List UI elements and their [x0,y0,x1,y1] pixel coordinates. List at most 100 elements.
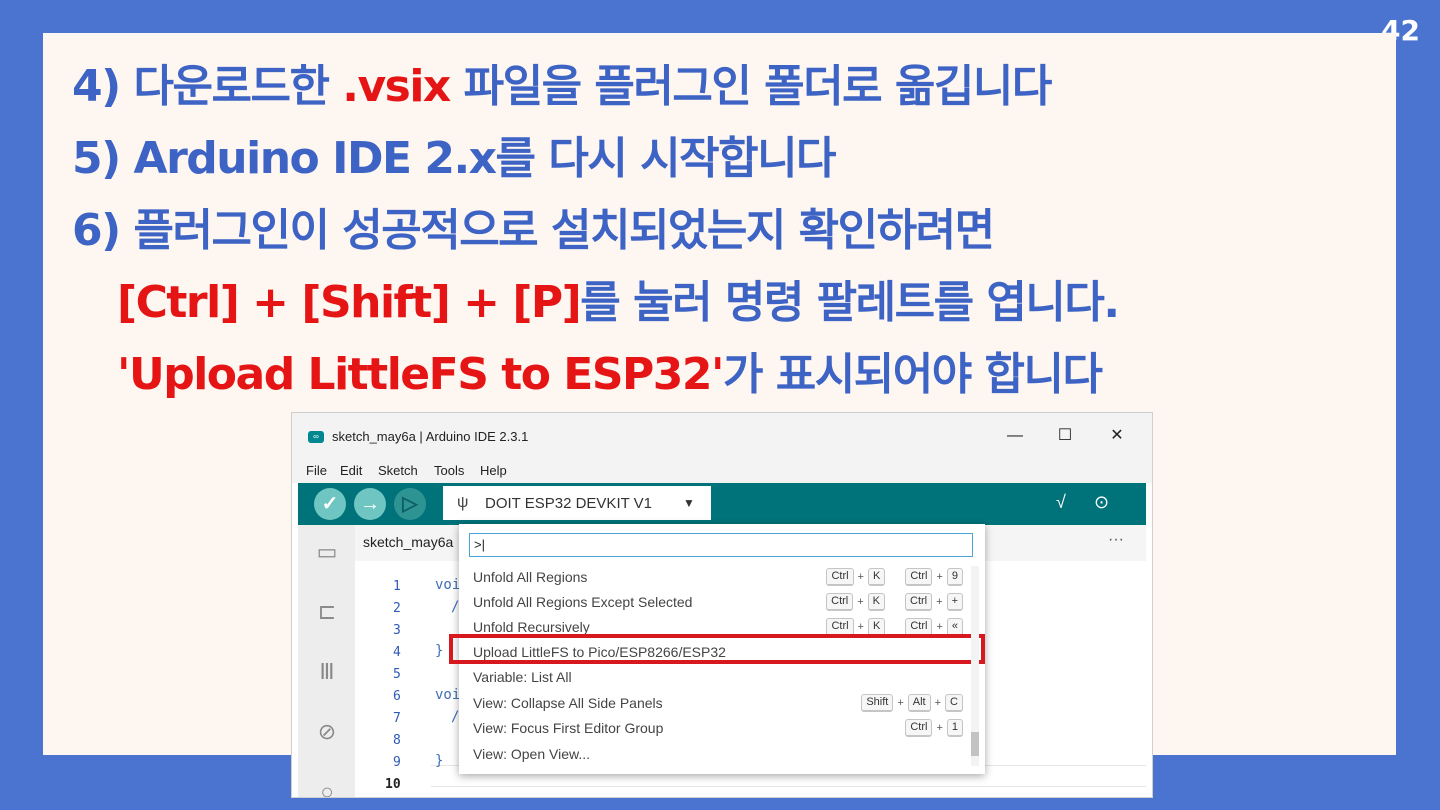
key-cap: K [867,593,886,611]
plus-sign: + [897,697,904,709]
plus-sign: + [936,596,943,608]
command-label: Variable: List All [473,669,572,685]
menu-help[interactable]: Help [480,463,507,478]
vsix-highlight: .vsix [342,61,451,112]
debug-button[interactable]: ▷ [394,488,426,520]
keybinding: Shift + Alt + C [861,693,963,713]
menu-tools[interactable]: Tools [434,463,464,478]
board-selector[interactable]: ψ DOIT ESP32 DEVKIT V1 ▼ [443,486,711,520]
plus-sign: + [857,571,864,583]
command-label: Unfold All Regions Except Selected [473,594,693,610]
key-cap: 1 [946,719,963,737]
line-number: 1 [393,579,401,594]
palette-scrollbar[interactable] [971,566,979,766]
key-cap: Shift [861,694,894,712]
command-input[interactable]: >| [469,533,973,557]
plus-sign: + [936,571,943,583]
board-icon[interactable]: ⊏ [314,599,340,625]
command-item[interactable]: View: Collapse All Side Panels Shift + Alt… [459,691,971,716]
key-cap: C [945,694,963,712]
code-fragment: } [435,753,444,769]
command-label: Upload LittleFS to Pico/ESP8266/ESP32 [473,644,726,660]
key-cap: Alt [907,694,931,712]
shortcut-suffix: 를 눌러 명령 팔레트를 엽니다. [580,277,1120,328]
command-label: Unfold All Regions [473,569,588,585]
instruction-step-6: 6) 플러그인이 성공적으로 설치되었는지 확인하려면 [72,205,995,256]
menu-file[interactable]: File [306,463,327,478]
line-number: 5 [393,667,401,682]
command-label: View: Open View... [473,746,590,762]
key-cap: Ctrl [905,593,933,611]
instruction-step-5: 5) Arduino IDE 2.x를 다시 시작합니다 [72,133,837,184]
serial-plotter-icon[interactable]: √ [1056,492,1066,513]
keybinding: Ctrl + K Ctrl +9 [826,567,963,587]
command-palette: >| Unfold All Regions Ctrl + K Ctrl +9 Unfol… [449,524,985,774]
library-icon[interactable]: Ⅲ [314,659,340,685]
close-button[interactable]: ✕ [1102,423,1132,449]
line-number: 2 [393,601,401,616]
key-cap: 9 [946,568,963,586]
code-fragment: } [435,643,444,659]
board-name: DOIT ESP32 DEVKIT V1 [485,495,653,512]
command-item[interactable]: Unfold All Regions Except Selected Ctrl +… [459,590,971,615]
command-item[interactable]: View: Focus First Editor Group Ctrl +1 [459,716,971,741]
scrollbar-thumb[interactable] [971,732,979,756]
quote-open: ' [117,349,130,400]
line-number-current: 10 [385,777,401,792]
line-number: 6 [393,689,401,704]
plus-sign: + [936,621,943,633]
command-label: Unfold Recursively [473,619,590,635]
key-cap: Ctrl [905,719,933,737]
shortcut-highlight: [Ctrl] + [Shift] + [P] [117,277,582,328]
key-cap: Ctrl [826,568,854,586]
key-cap: + [946,593,963,611]
usb-icon: ψ [457,494,469,511]
line-number: 3 [393,623,401,638]
code-fragment: voi [435,687,461,703]
line-number: 9 [393,755,401,770]
instruction-step-4: 4) 다운로드한 .vsix 파일을 플러그인 폴더로 옮깁니다 [72,57,1052,117]
line-number: 7 [393,711,401,726]
upload-button[interactable]: → [354,488,386,520]
window-title: sketch_may6a | Arduino IDE 2.3.1 [332,429,529,444]
key-cap: Ctrl [905,568,933,586]
step-4-prefix: 4) 다운로드한 [72,61,343,112]
command-item[interactable]: View: Open View... [459,742,971,767]
activity-sidebar: ▭ ⊏ Ⅲ ⊘ ○ [298,525,355,797]
folder-icon[interactable]: ▭ [314,539,340,565]
quote-close: ' [711,349,724,400]
arduino-ide-window: ∞ sketch_may6a | Arduino IDE 2.3.1 — ☐ ✕… [291,412,1153,798]
plus-sign: + [934,697,942,709]
keybinding: Ctrl +1 [905,718,963,738]
arduino-logo-icon: ∞ [308,431,324,443]
command-item[interactable]: Variable: List All [459,665,971,690]
verify-button[interactable]: ✓ [314,488,346,520]
expected-command-suffix: 가 표시되어야 합니다 [723,349,1103,400]
key-cap: Ctrl [826,593,854,611]
command-item[interactable]: Unfold All Regions Ctrl + K Ctrl +9 [459,565,971,590]
debug-icon[interactable]: ⊘ [314,719,340,745]
command-label: View: Collapse All Side Panels [473,695,663,711]
expected-command-highlight: Upload LittleFS to ESP32 [128,349,713,400]
menu-edit[interactable]: Edit [340,463,362,478]
maximize-button[interactable]: ☐ [1050,423,1080,449]
command-item-upload-littlefs[interactable]: Upload LittleFS to Pico/ESP8266/ESP32 [449,634,985,665]
tab-sketch[interactable]: sketch_may6a [363,534,453,550]
minimize-button[interactable]: — [1000,423,1030,449]
instruction-expected-command: 'Upload LittleFS to ESP32'가 표시되어야 합니다 [117,345,1103,405]
menu-sketch[interactable]: Sketch [378,463,418,478]
plus-sign: + [936,722,943,734]
menu-bar: File Edit Sketch Tools Help [292,457,1152,483]
more-icon[interactable]: ··· [1108,531,1124,549]
code-fragment: voi [435,577,461,593]
command-label: View: Focus First Editor Group [473,720,664,736]
plus-sign: + [857,596,864,608]
toolbar: ✓ → ▷ ψ DOIT ESP32 DEVKIT V1 ▼ √ ⊙ [298,483,1146,525]
keybinding: Ctrl + K Ctrl + + [826,592,963,612]
line-number: 8 [393,733,401,748]
line-number: 4 [393,645,401,660]
instruction-shortcut: [Ctrl] + [Shift] + [P]를 눌러 명령 팔레트를 엽니다. [117,273,1120,333]
serial-monitor-icon[interactable]: ⊙ [1094,492,1109,513]
search-icon[interactable]: ○ [314,779,340,797]
plus-sign: + [857,621,864,633]
